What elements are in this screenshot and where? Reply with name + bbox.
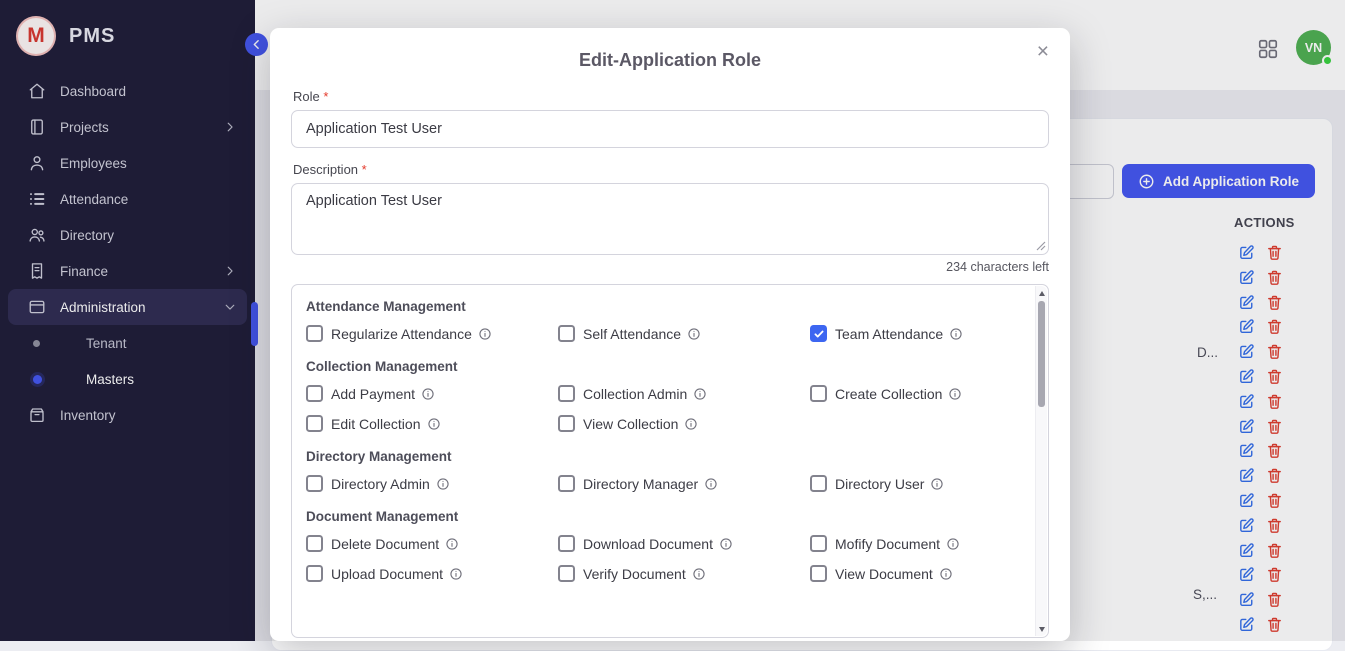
checkbox[interactable] bbox=[306, 535, 323, 552]
checkbox[interactable] bbox=[558, 535, 575, 552]
description-label: Description * bbox=[293, 162, 1047, 177]
permissions-list: Attendance Management Regularize Attendan… bbox=[292, 285, 1048, 609]
permission-label: Self Attendance bbox=[583, 326, 681, 342]
permission-directory-admin[interactable]: Directory Admin bbox=[306, 475, 558, 492]
permission-create-collection[interactable]: Create Collection bbox=[810, 385, 1018, 402]
permission-label: View Collection bbox=[583, 416, 678, 432]
description-label-text: Description bbox=[293, 162, 358, 177]
info-icon[interactable] bbox=[478, 327, 492, 341]
info-icon[interactable] bbox=[704, 477, 718, 491]
info-icon[interactable] bbox=[427, 417, 441, 431]
permission-label: View Document bbox=[835, 566, 933, 582]
permission-directory-manager[interactable]: Directory Manager bbox=[558, 475, 810, 492]
info-icon[interactable] bbox=[421, 387, 435, 401]
edit-application-role-modal: Edit-Application Role × Role * Descripti… bbox=[270, 28, 1070, 641]
permission-label: Regularize Attendance bbox=[331, 326, 472, 342]
permission-label: Create Collection bbox=[835, 386, 942, 402]
scroll-down-arrow-icon[interactable] bbox=[1036, 623, 1047, 635]
permission-grid: Directory Admin Directory Manager Director… bbox=[306, 475, 1018, 492]
info-icon[interactable] bbox=[693, 387, 707, 401]
info-icon[interactable] bbox=[719, 537, 733, 551]
permission-label: Download Document bbox=[583, 536, 713, 552]
required-asterisk: * bbox=[362, 162, 367, 177]
info-icon[interactable] bbox=[684, 417, 698, 431]
checkbox[interactable] bbox=[810, 565, 827, 582]
permission-label: Verify Document bbox=[583, 566, 686, 582]
role-label: Role * bbox=[293, 89, 1047, 104]
permission-label: Directory Manager bbox=[583, 476, 698, 492]
permission-label: Upload Document bbox=[331, 566, 443, 582]
permission-mofify-document[interactable]: Mofify Document bbox=[810, 535, 1018, 552]
modal-title: Edit-Application Role bbox=[291, 50, 1049, 71]
permission-download-document[interactable]: Download Document bbox=[558, 535, 810, 552]
close-icon[interactable]: × bbox=[1033, 37, 1053, 66]
permission-label: Directory Admin bbox=[331, 476, 430, 492]
description-input[interactable]: Application Test User bbox=[291, 183, 1049, 255]
checkbox[interactable] bbox=[558, 385, 575, 402]
resize-handle-icon[interactable] bbox=[1036, 241, 1046, 251]
checkbox[interactable] bbox=[558, 415, 575, 432]
info-icon[interactable] bbox=[948, 387, 962, 401]
checkbox[interactable] bbox=[306, 475, 323, 492]
role-label-text: Role bbox=[293, 89, 320, 104]
checkbox[interactable] bbox=[810, 385, 827, 402]
checkbox[interactable] bbox=[558, 475, 575, 492]
permission-delete-document[interactable]: Delete Document bbox=[306, 535, 558, 552]
permission-section-heading: Attendance Management bbox=[306, 299, 1018, 314]
info-icon[interactable] bbox=[449, 567, 463, 581]
permission-label: Add Payment bbox=[331, 386, 415, 402]
permission-section-heading: Directory Management bbox=[306, 449, 1018, 464]
info-icon[interactable] bbox=[930, 477, 944, 491]
app-root: M PMS DashboardProjectsEmployeesAttendan… bbox=[0, 0, 1345, 641]
role-input[interactable] bbox=[291, 110, 1049, 148]
permission-edit-collection[interactable]: Edit Collection bbox=[306, 415, 558, 432]
permission-label: Mofify Document bbox=[835, 536, 940, 552]
info-icon[interactable] bbox=[445, 537, 459, 551]
checkbox[interactable] bbox=[810, 535, 827, 552]
required-asterisk: * bbox=[323, 89, 328, 104]
permission-label: Edit Collection bbox=[331, 416, 421, 432]
permission-team-attendance[interactable]: Team Attendance bbox=[810, 325, 1018, 342]
permission-label: Collection Admin bbox=[583, 386, 687, 402]
scrollbar-thumb[interactable] bbox=[1038, 301, 1045, 407]
permission-label: Team Attendance bbox=[835, 326, 943, 342]
checkbox[interactable] bbox=[306, 565, 323, 582]
permission-upload-document[interactable]: Upload Document bbox=[306, 565, 558, 582]
scrollbar[interactable] bbox=[1035, 286, 1047, 636]
checkbox[interactable] bbox=[306, 325, 323, 342]
permission-self-attendance[interactable]: Self Attendance bbox=[558, 325, 810, 342]
info-icon[interactable] bbox=[939, 567, 953, 581]
info-icon[interactable] bbox=[946, 537, 960, 551]
permission-grid: Regularize Attendance Self Attendance Team… bbox=[306, 325, 1018, 342]
permission-grid: Delete Document Download Document Mofify D… bbox=[306, 535, 1018, 582]
checkbox[interactable] bbox=[558, 565, 575, 582]
info-icon[interactable] bbox=[436, 477, 450, 491]
scroll-up-arrow-icon[interactable] bbox=[1036, 287, 1047, 299]
permission-section-heading: Document Management bbox=[306, 509, 1018, 524]
permission-collection-admin[interactable]: Collection Admin bbox=[558, 385, 810, 402]
chars-left-counter: 234 characters left bbox=[291, 260, 1049, 274]
checkbox[interactable] bbox=[558, 325, 575, 342]
checkbox[interactable] bbox=[810, 325, 827, 342]
permission-view-collection[interactable]: View Collection bbox=[558, 415, 810, 432]
info-icon[interactable] bbox=[687, 327, 701, 341]
permission-regularize-attendance[interactable]: Regularize Attendance bbox=[306, 325, 558, 342]
permission-section-heading: Collection Management bbox=[306, 359, 1018, 374]
permission-label: Delete Document bbox=[331, 536, 439, 552]
permission-view-document[interactable]: View Document bbox=[810, 565, 1018, 582]
permission-grid: Add Payment Collection Admin Create Collec… bbox=[306, 385, 1018, 432]
permission-label: Directory User bbox=[835, 476, 924, 492]
checkbox[interactable] bbox=[306, 415, 323, 432]
permission-directory-user[interactable]: Directory User bbox=[810, 475, 1018, 492]
permission-add-payment[interactable]: Add Payment bbox=[306, 385, 558, 402]
permission-verify-document[interactable]: Verify Document bbox=[558, 565, 810, 582]
info-icon[interactable] bbox=[692, 567, 706, 581]
info-icon[interactable] bbox=[949, 327, 963, 341]
checkbox[interactable] bbox=[810, 475, 827, 492]
description-textarea-wrap: Application Test User bbox=[291, 183, 1049, 255]
permissions-box: Attendance Management Regularize Attendan… bbox=[291, 284, 1049, 638]
checkbox[interactable] bbox=[306, 385, 323, 402]
